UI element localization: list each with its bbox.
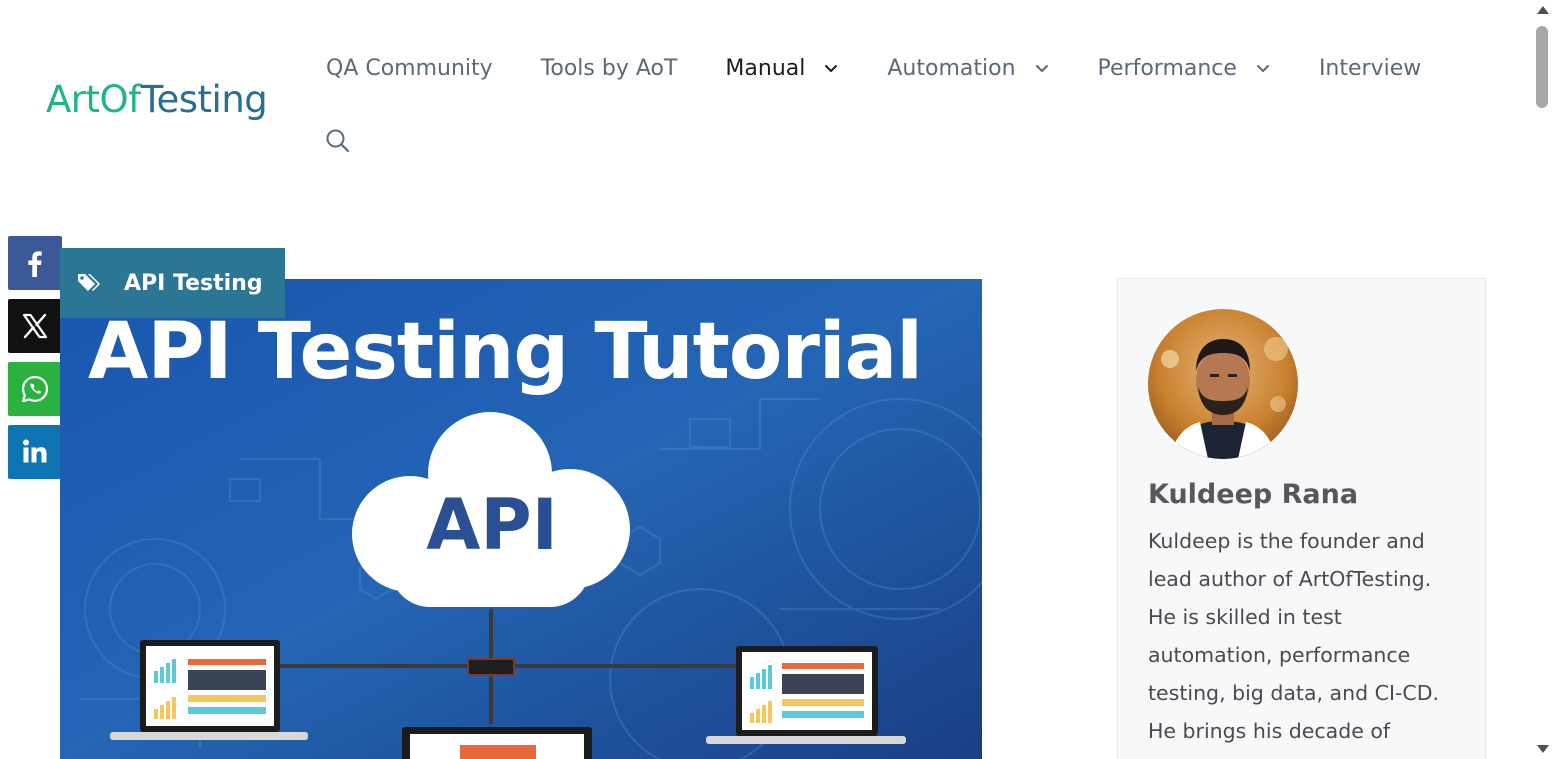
facebook-icon [28, 251, 42, 277]
chevron-down-icon [1256, 65, 1269, 72]
search-icon[interactable] [325, 128, 351, 154]
logo-part-2: Testing [140, 78, 268, 121]
author-avatar[interactable] [1148, 309, 1298, 459]
tags-icon [78, 274, 100, 291]
logo-part-1: ArtOf [46, 78, 141, 121]
author-name[interactable]: Kuldeep Rana [1148, 479, 1358, 510]
author-bio: Kuldeep is the founder and lead author o… [1148, 529, 1440, 743]
site-logo[interactable]: ArtOfTesting [46, 78, 268, 121]
nav-item-label: Manual [725, 55, 806, 81]
nav-item-tools-by-aot[interactable]: Tools by AoT [541, 56, 678, 81]
scroll-down-arrow-icon[interactable] [1537, 745, 1549, 753]
nav-item-label: Tools by AoT [540, 55, 678, 81]
nav-item-automation[interactable]: Automation [887, 56, 1049, 81]
scroll-up-arrow-icon[interactable] [1537, 6, 1549, 14]
nav-item-label: QA Community [326, 55, 493, 81]
chevron-down-icon [825, 65, 838, 72]
share-linkedin-button[interactable] [8, 425, 62, 479]
share-whatsapp-button[interactable] [8, 362, 62, 416]
category-tag[interactable]: API Testing [60, 248, 285, 318]
author-card: Kuldeep Rana Kuldeep is the founder and … [1117, 278, 1486, 759]
x-icon [22, 313, 48, 339]
page-scrollbar[interactable] [1530, 0, 1554, 759]
hero-title: API Testing Tutorial [88, 307, 923, 397]
nav-item-manual[interactable]: Manual [725, 56, 839, 81]
share-x-button[interactable] [8, 299, 62, 353]
nav-item-label: Interview [1318, 55, 1422, 81]
nav-item-label: Performance [1097, 55, 1237, 81]
whatsapp-icon [21, 375, 49, 403]
nav-item-label: Automation [887, 55, 1016, 81]
share-facebook-button[interactable] [8, 236, 62, 290]
linkedin-icon [23, 439, 47, 463]
chevron-down-icon [1035, 65, 1048, 72]
nav-item-qa-community[interactable]: QA Community [326, 56, 493, 81]
main-nav: QA Community Tools by AoT Manual Automat… [326, 48, 1421, 88]
nav-item-interview[interactable]: Interview [1319, 56, 1421, 81]
category-label: API Testing [124, 270, 263, 296]
nav-item-performance[interactable]: Performance [1098, 56, 1271, 81]
author-photo [1148, 309, 1298, 459]
featured-image: API Testing Tutorial API [60, 279, 982, 759]
scroll-thumb[interactable] [1536, 26, 1548, 108]
cloud-label: API [426, 484, 558, 566]
